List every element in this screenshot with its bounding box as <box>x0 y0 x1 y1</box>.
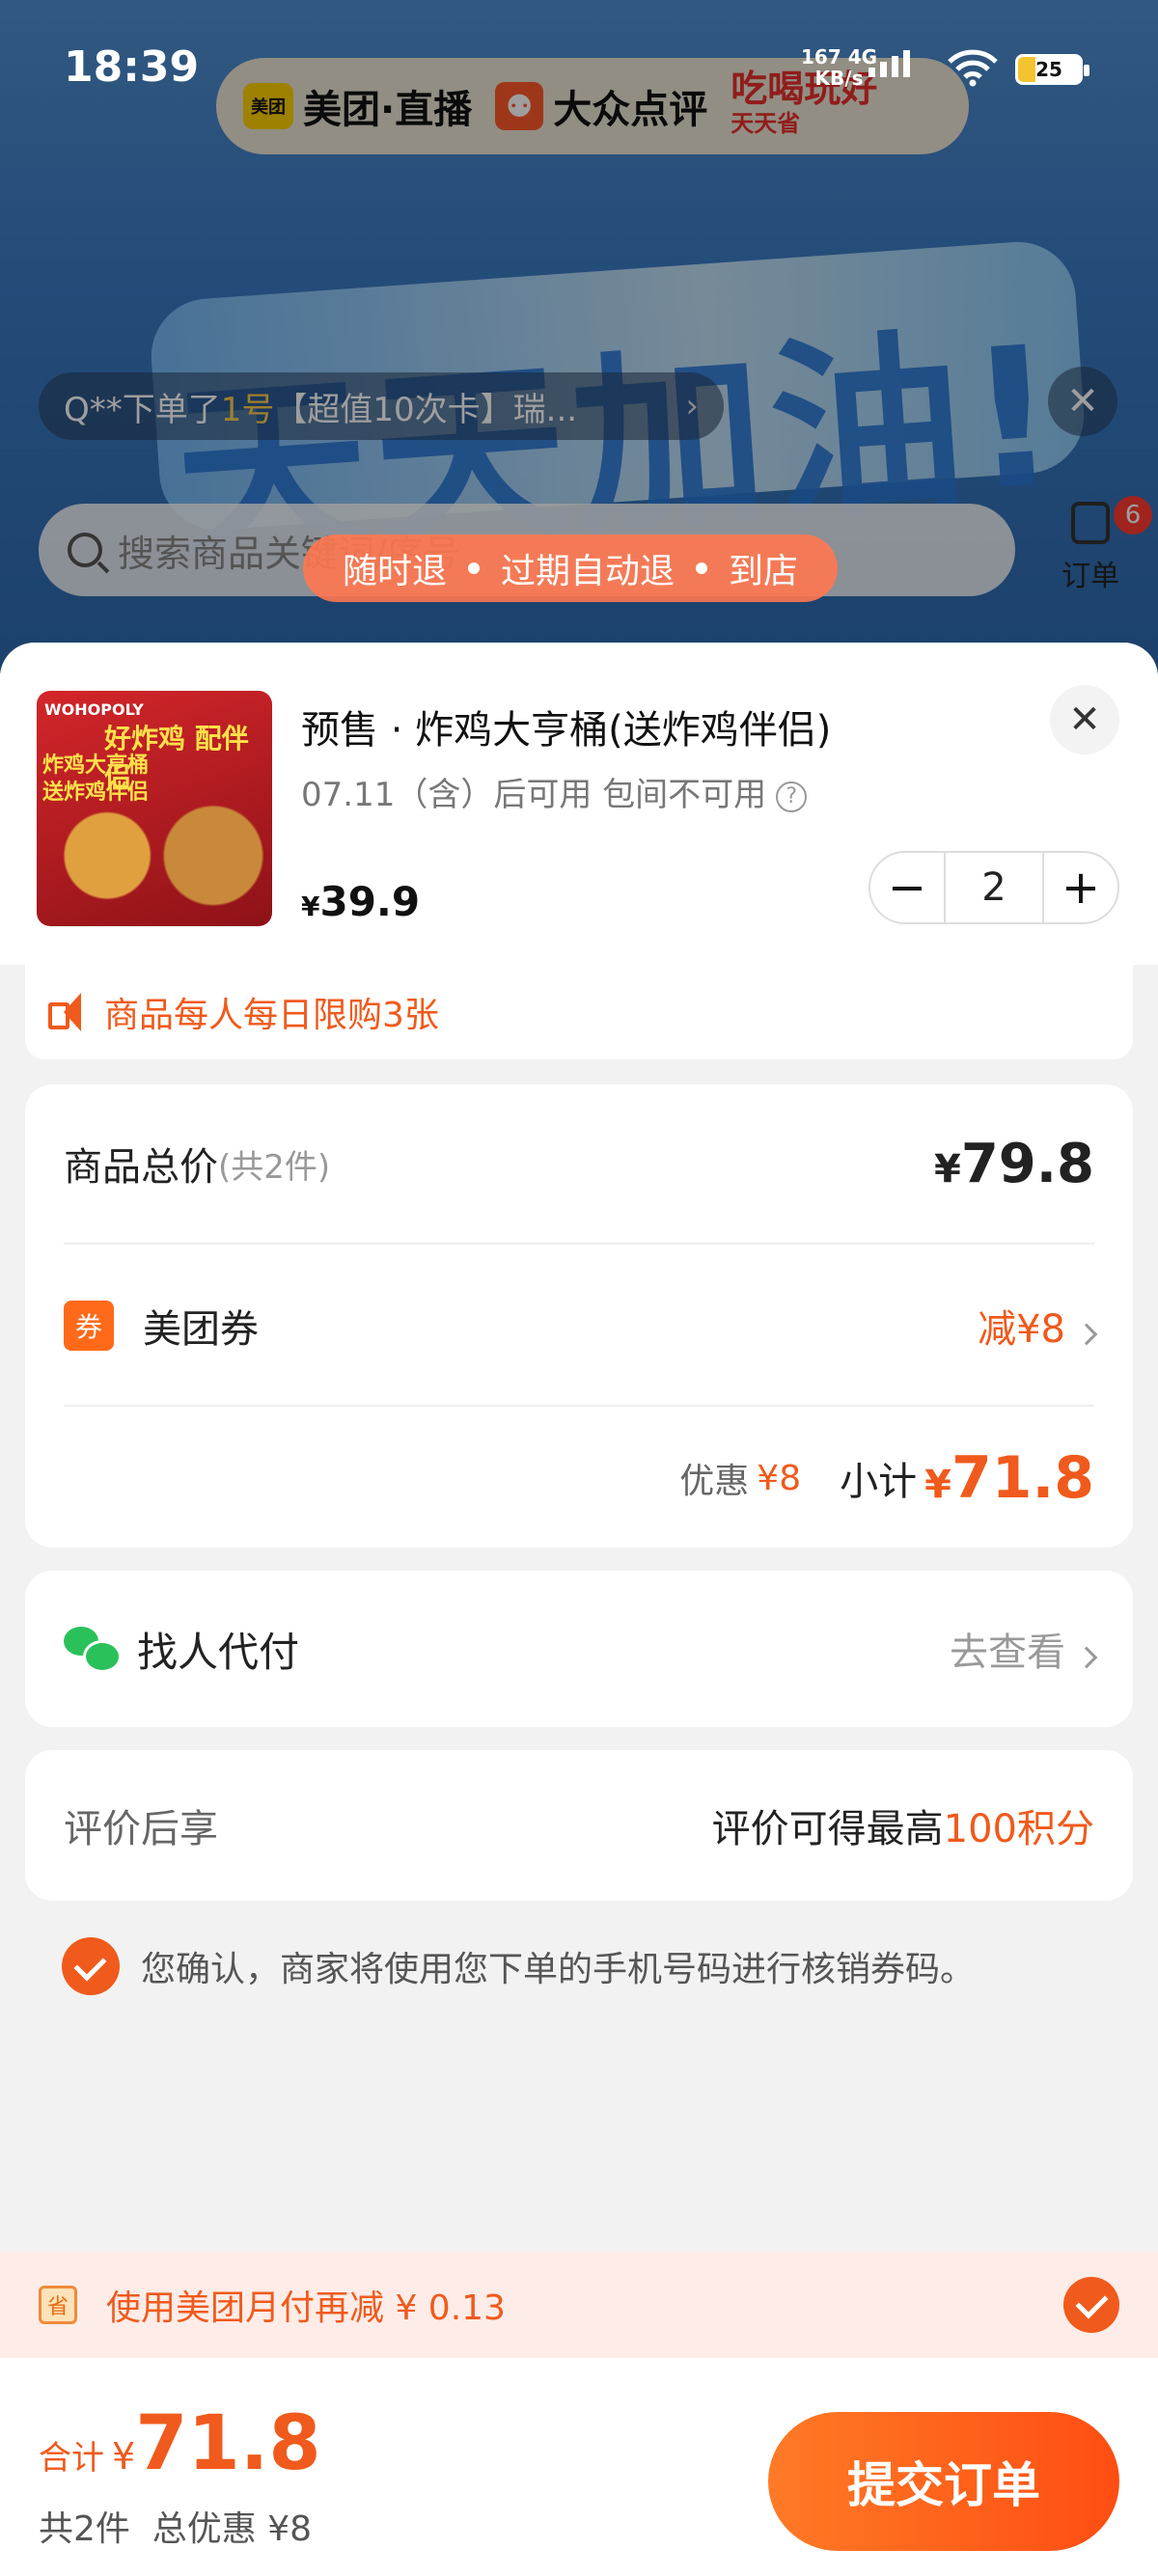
proxy-pay-row[interactable]: 找人代付 去查看 <box>25 1571 1133 1727</box>
review-points: 100积分 <box>943 1807 1094 1851</box>
discount-value: ¥8 <box>757 1458 802 1498</box>
goods-total-value: 79.8 <box>960 1132 1094 1195</box>
save-icon: 省 <box>39 2286 77 2324</box>
subtotal-amount: ¥71.8 <box>924 1444 1094 1512</box>
price-symbol: ¥ <box>301 891 320 922</box>
battery-icon: 25 <box>1015 54 1089 85</box>
check-icon[interactable] <box>62 1937 120 1995</box>
review-label: 评价后享 <box>64 1807 218 1851</box>
plus-icon[interactable]: + <box>1044 853 1117 922</box>
subtotal-row: 优惠 ¥8 小计 ¥71.8 <box>64 1409 1094 1548</box>
currency-symbol: ¥ <box>933 1146 961 1192</box>
wechat-icon <box>64 1627 122 1673</box>
confirm-text: 您确认，商家将使用您下单的手机号码进行核销券码。 <box>141 1950 976 1989</box>
close-icon[interactable]: ✕ <box>1050 685 1119 754</box>
dot-separator <box>467 562 480 574</box>
monthly-pay-check-icon[interactable] <box>1063 2277 1119 2333</box>
coupon-discount: 减¥8 <box>978 1298 1098 1354</box>
signal-icon <box>868 50 910 77</box>
chevron-right-icon <box>1075 1323 1098 1346</box>
monthly-pay-row[interactable]: 省 使用美团月付再减 ¥ 0.13 <box>0 2252 1158 2358</box>
wifi-icon <box>948 49 998 87</box>
subtotal-label: 小计 <box>840 1460 918 1504</box>
status-time: 18:39 <box>64 42 200 92</box>
chevron-right-icon <box>1075 1646 1098 1669</box>
goods-count: (共2件) <box>218 1147 331 1187</box>
price-summary: 商品总价 (共2件) ¥79.8 券 美团券 减¥8 优惠 ¥8 小计 ¥71.8 <box>25 1084 1133 1548</box>
purchase-limit-notice: 商品每人每日限购3张 <box>25 965 1133 1059</box>
quantity-stepper[interactable]: − 2 + <box>868 851 1119 924</box>
limit-text: 商品每人每日限购3张 <box>104 996 439 1035</box>
refund-tags: 随时退 过期自动退 到店 <box>303 534 838 602</box>
monthly-pay-text: 使用美团月付再减 ¥ 0.13 <box>106 2288 506 2328</box>
network-speed: 167 4G KB/s <box>801 46 877 89</box>
status-bar: 18:39 167 4G KB/s 25 <box>0 0 1158 125</box>
submit-order-button[interactable]: 提交订单 <box>768 2412 1119 2551</box>
refund-tag: 过期自动退 <box>500 552 675 591</box>
discount-label: 优惠 <box>679 1462 750 1501</box>
footer-sub: 共2件 总优惠 ¥8 <box>39 2509 313 2549</box>
image-brand: WOHOPOLY <box>44 700 144 719</box>
refund-tag: 随时退 <box>342 552 447 591</box>
footer-total-label: 合计 <box>39 2439 104 2478</box>
footer-total: 合计 ¥ 71.8 <box>39 2400 321 2487</box>
help-icon[interactable]: ? <box>776 781 808 812</box>
coupon-icon: 券 <box>64 1301 114 1351</box>
product-price: ¥39.9 <box>301 878 420 925</box>
image-line2: 炸鸡大亨桶 送炸鸡伴侣 <box>42 754 150 805</box>
order-sheet: WOHOPOLY 好炸鸡 配伴侣 炸鸡大亨桶 送炸鸡伴侣 预售 · 炸鸡大亨桶(… <box>0 643 1158 2576</box>
proxy-pay-label: 找人代付 <box>137 1628 300 1676</box>
coupon-row[interactable]: 券 美团券 减¥8 <box>64 1247 1098 1407</box>
product-image[interactable]: WOHOPOLY 好炸鸡 配伴侣 炸鸡大亨桶 送炸鸡伴侣 <box>37 691 272 926</box>
product-title: 预售 · 炸鸡大亨桶(送炸鸡伴侣) <box>301 708 832 753</box>
dot-separator <box>696 562 707 574</box>
minus-icon[interactable]: − <box>870 853 944 922</box>
usage-text: 07.11（含）后可用 包间不可用 <box>301 776 767 814</box>
currency-symbol: ¥ <box>924 1463 951 1507</box>
speaker-icon <box>44 991 87 1033</box>
goods-total-amount: ¥79.8 <box>934 1133 1094 1195</box>
goods-total-label: 商品总价 <box>64 1145 218 1190</box>
checkout-footer: 合计 ¥ 71.8 共2件 总优惠 ¥8 提交订单 <box>0 2358 1158 2576</box>
currency-symbol: ¥ <box>112 2435 136 2478</box>
proxy-pay-action-text: 去查看 <box>950 1631 1065 1675</box>
net-speed-value: 167 <box>801 45 841 69</box>
review-reward-row: 评价后享 评价可得最高100积分 <box>25 1750 1133 1901</box>
goods-total-row: 商品总价 (共2件) ¥79.8 <box>64 1084 1094 1245</box>
review-reward: 评价可得最高100积分 <box>712 1797 1094 1853</box>
price-value: 39.9 <box>319 878 421 925</box>
refund-tag: 到店 <box>729 552 799 591</box>
phone-confirm[interactable]: 您确认，商家将使用您下单的手机号码进行核销券码。 <box>62 1937 975 1995</box>
product-usage: 07.11（含）后可用 包间不可用? <box>301 768 808 815</box>
subtotal-value: 71.8 <box>951 1444 1094 1512</box>
review-reward-text: 评价可得最高 <box>711 1807 944 1851</box>
product-header: WOHOPOLY 好炸鸡 配伴侣 炸鸡大亨桶 送炸鸡伴侣 预售 · 炸鸡大亨桶(… <box>0 643 1158 965</box>
coupon-discount-value: 减¥8 <box>978 1307 1065 1352</box>
quantity-value[interactable]: 2 <box>944 853 1044 922</box>
footer-total-value: 71.8 <box>135 2400 321 2487</box>
proxy-pay-action[interactable]: 去查看 <box>950 1621 1098 1677</box>
net-speed-unit: KB/s <box>814 67 864 90</box>
coupon-label: 美团券 <box>143 1307 259 1352</box>
